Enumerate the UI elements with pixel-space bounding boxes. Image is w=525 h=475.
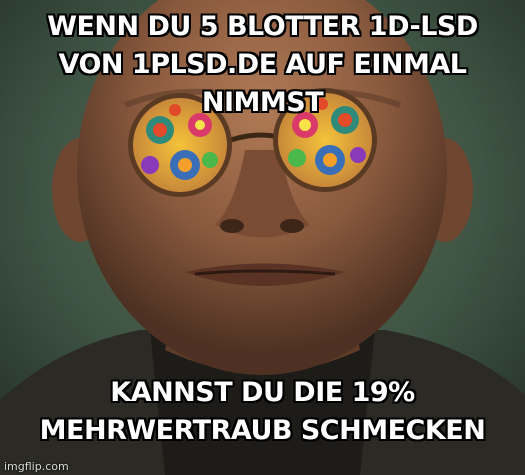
bottom-caption-line-1: KANNST DU DIE 19% — [110, 377, 415, 408]
bottom-caption-line-2: MEHRWERTRAUB SCHMECKEN — [39, 415, 486, 446]
top-caption-line-2: VON 1PLSD.DE AUF EINMAL NIMMST — [58, 49, 467, 118]
top-caption-line-1: WENN DU 5 BLOTTER 1D-LSD — [47, 11, 478, 42]
bottom-caption: KANNST DU DIE 19% MEHRWERTRAUB SCHMECKEN — [0, 374, 525, 450]
top-caption: WENN DU 5 BLOTTER 1D-LSD VON 1PLSD.DE AU… — [0, 8, 525, 122]
meme-image: WENN DU 5 BLOTTER 1D-LSD VON 1PLSD.DE AU… — [0, 0, 525, 475]
watermark: imgflip.com — [4, 460, 69, 473]
